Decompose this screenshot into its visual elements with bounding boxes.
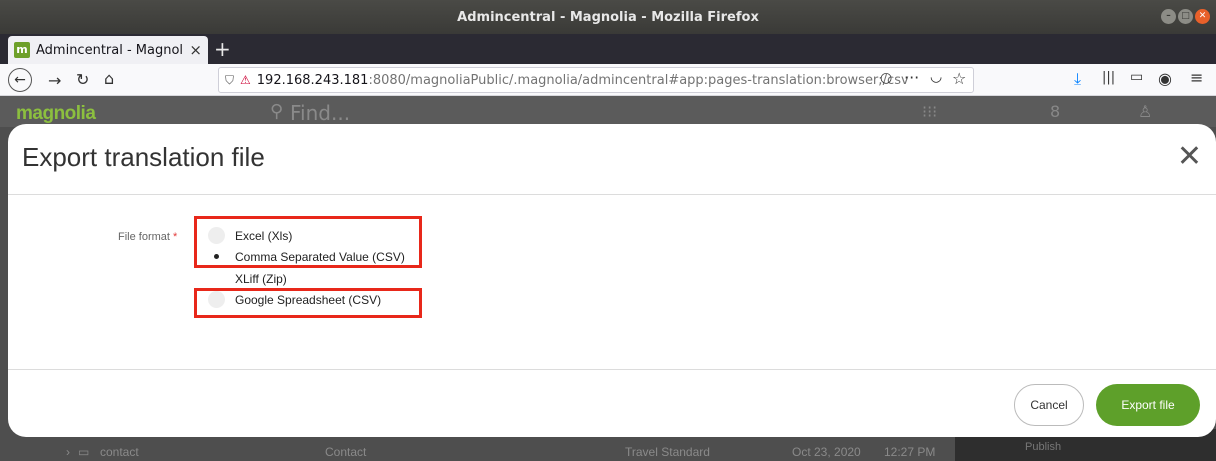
minimize-icon[interactable]: –: [1161, 9, 1176, 24]
window-titlebar: Admincentral - Magnolia - Mozilla Firefo…: [0, 0, 1216, 34]
radio-option-xliff[interactable]: XLiff (Zip): [208, 270, 287, 287]
lightbulb-icon[interactable]: ○: [880, 70, 892, 86]
row-title: Contact: [325, 445, 367, 459]
row-expand-icon: ›: [66, 445, 70, 459]
insecure-lock-icon[interactable]: ⚠: [240, 73, 251, 87]
download-icon[interactable]: ⤓: [1074, 69, 1081, 89]
tab-strip: m Admincentral - Magnolia × +: [0, 34, 1216, 64]
row-time: 12:27 PM: [884, 445, 936, 459]
home-icon[interactable]: ⌂: [104, 69, 114, 88]
magnolia-logo: magnolia: [16, 103, 96, 124]
url-host: 192.168.243.181: [256, 72, 369, 88]
page-icon: ▭: [78, 445, 90, 459]
window-close-icon[interactable]: ✕: [1195, 9, 1210, 24]
back-arrow-icon[interactable]: ←: [8, 68, 32, 92]
export-file-button[interactable]: Export file: [1096, 384, 1200, 426]
required-marker: *: [173, 231, 178, 243]
radio-label: XLiff (Zip): [235, 271, 287, 286]
row-template: Travel Standard: [625, 445, 710, 459]
tree-row: › ▭ contact Contact Travel Standard Oct …: [0, 443, 1216, 461]
account-icon[interactable]: ◉: [1158, 69, 1172, 88]
divider: [8, 194, 1216, 195]
close-icon[interactable]: ✕: [1177, 142, 1202, 172]
row-name: contact: [100, 445, 139, 459]
tab-title: Admincentral - Magnolia: [36, 42, 184, 58]
tasks-icon: 8: [1050, 102, 1061, 121]
cancel-button[interactable]: Cancel: [1014, 384, 1084, 426]
bookmark-star-icon[interactable]: ☆: [952, 69, 966, 88]
window-title: Admincentral - Magnolia - Mozilla Firefo…: [457, 9, 759, 25]
highlight-box-google-sheet: [194, 288, 422, 318]
highlight-box-excel-csv: [194, 216, 422, 268]
search-icon: ⚲: [270, 101, 284, 122]
maximize-icon[interactable]: □: [1178, 9, 1193, 24]
browser-tab[interactable]: m Admincentral - Magnolia ×: [8, 36, 208, 64]
user-icon: ♙: [1138, 102, 1153, 121]
row-date: Oct 23, 2020: [792, 445, 861, 459]
app-header: magnolia ⚲ Find... ⁝⁝⁝ 8 ♙: [0, 97, 1216, 127]
file-format-label: File format *: [118, 231, 178, 243]
radio-button[interactable]: [208, 270, 225, 287]
navigation-bar: ← → ↻ ⌂ ⛉ ⚠ 192.168.243.181:8080/magnoli…: [0, 64, 1216, 96]
apps-grid-icon: ⁝⁝⁝: [922, 102, 938, 121]
library-icon[interactable]: |||: [1102, 70, 1115, 85]
forward-arrow-icon[interactable]: →: [48, 71, 61, 90]
page-actions-icon[interactable]: ···: [904, 68, 919, 87]
tab-close-icon[interactable]: ×: [189, 41, 202, 59]
reload-icon[interactable]: ↻: [76, 70, 89, 89]
export-translation-dialog: Export translation file ✕ File format * …: [8, 124, 1216, 437]
shield-icon[interactable]: ⛉: [225, 73, 234, 88]
url-path: :8080/magnoliaPublic/.magnolia/admincent…: [368, 72, 909, 88]
search-placeholder: Find...: [290, 101, 351, 125]
url-bar[interactable]: ⛉ ⚠ 192.168.243.181:8080/magnoliaPublic/…: [218, 67, 974, 93]
dialog-title: Export translation file: [22, 142, 265, 172]
magnolia-favicon-icon: m: [14, 42, 30, 58]
new-tab-icon[interactable]: +: [214, 37, 231, 61]
hamburger-menu-icon[interactable]: ≡: [1190, 68, 1203, 87]
pocket-icon[interactable]: ◡: [930, 69, 942, 85]
window-controls: – □ ✕: [1161, 9, 1210, 24]
sidebar-icon[interactable]: ▭: [1130, 69, 1143, 85]
divider: [8, 369, 1216, 370]
